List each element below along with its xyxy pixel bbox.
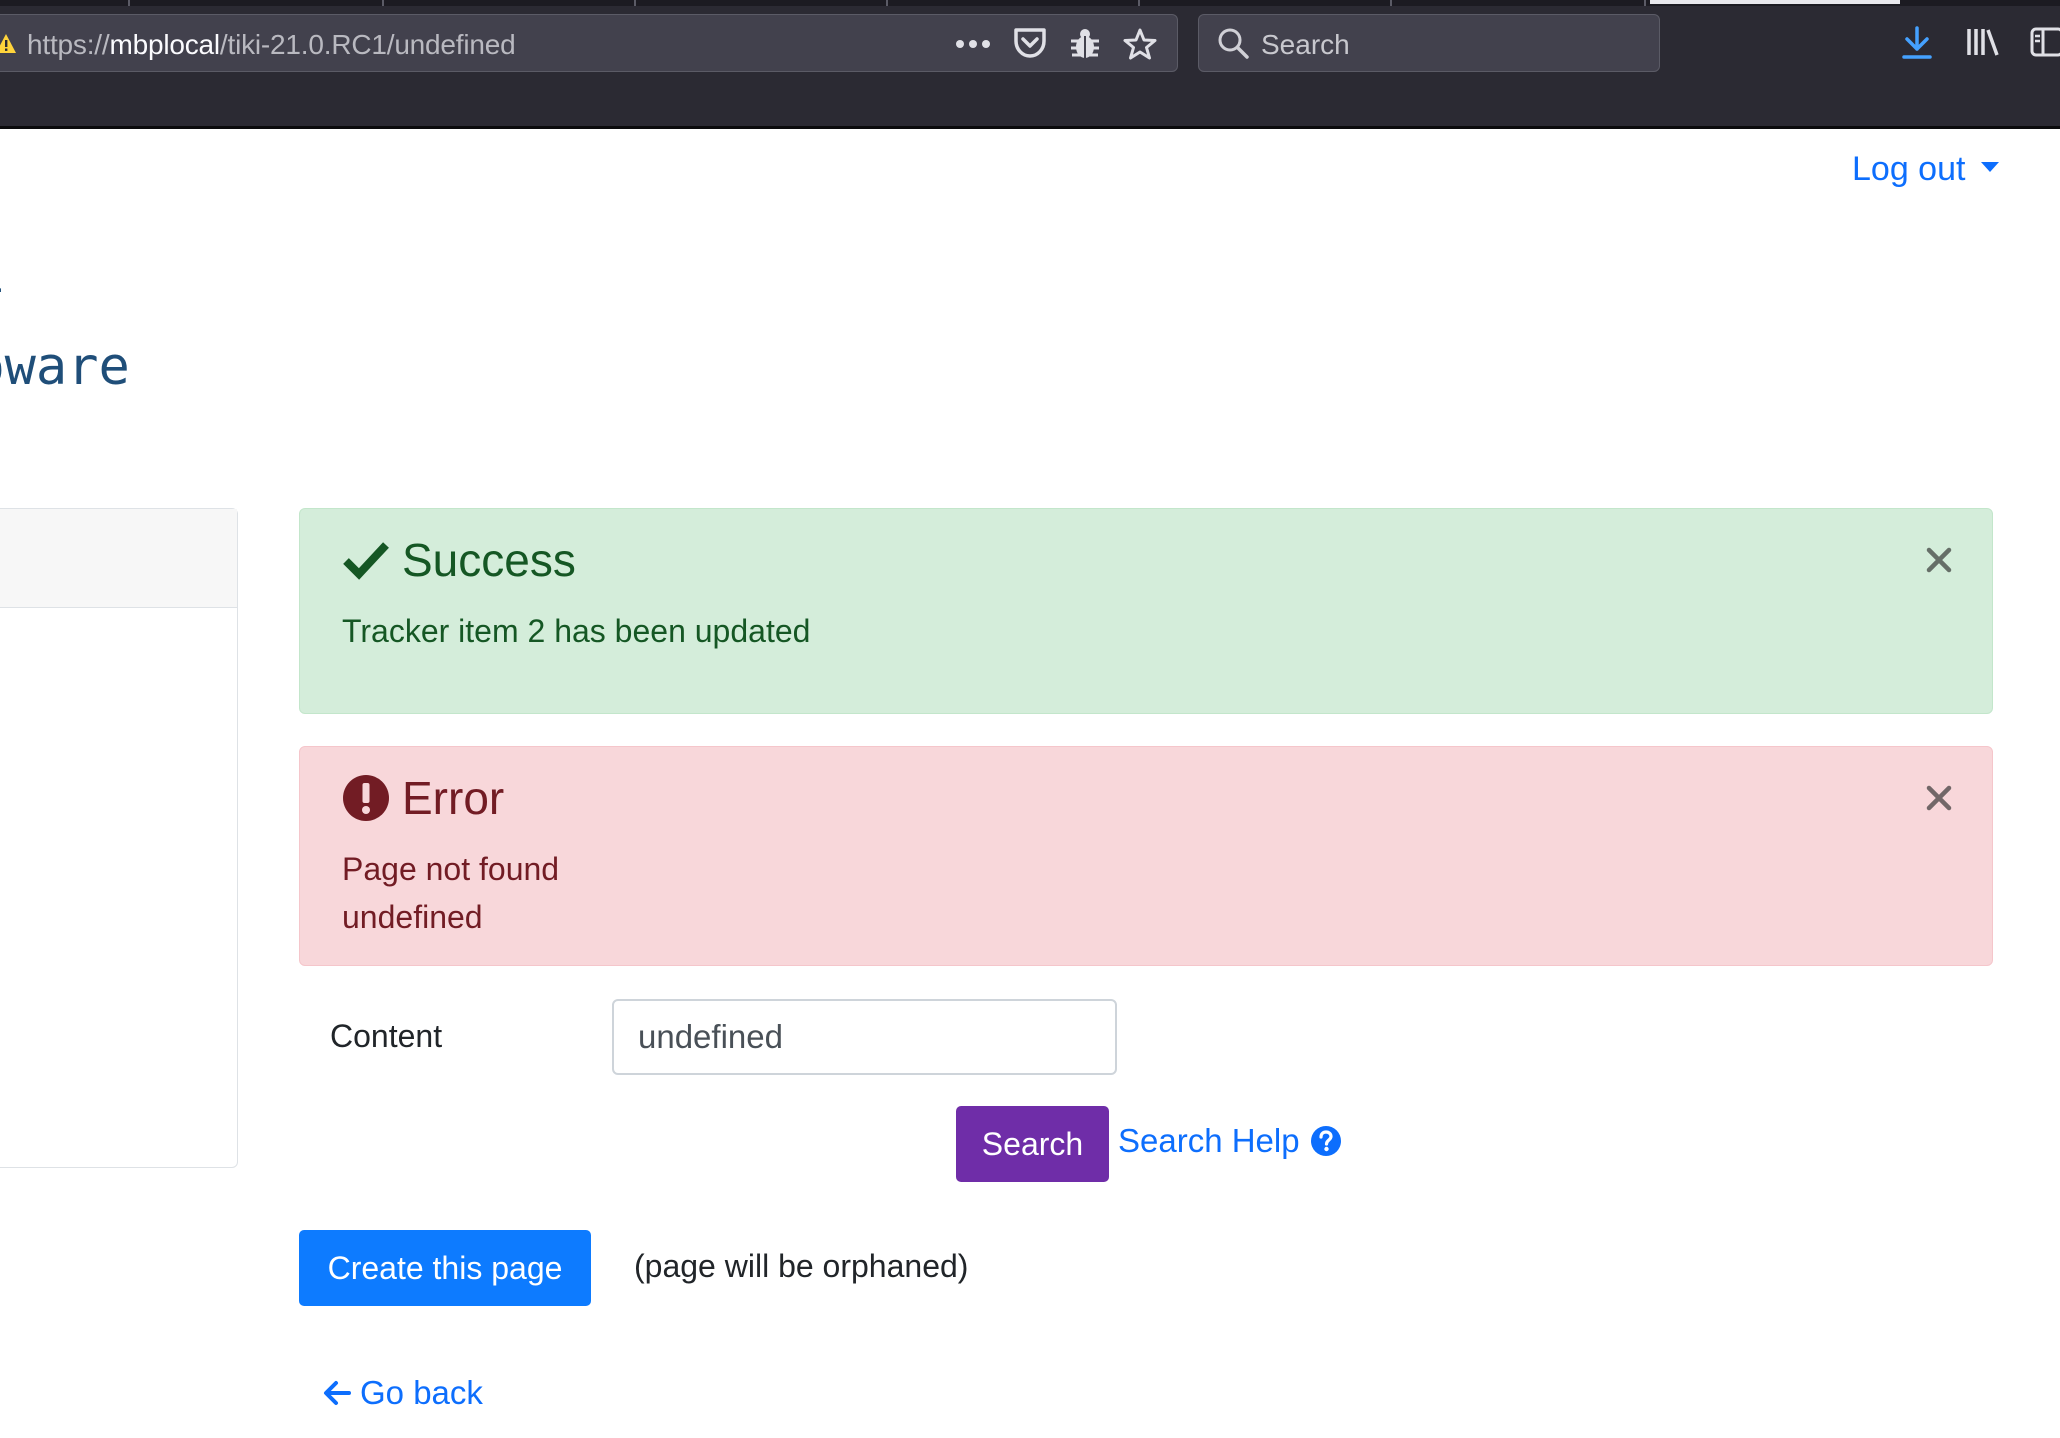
caret-down-icon bbox=[1981, 162, 2000, 173]
tab-separator bbox=[1390, 0, 1392, 6]
tab-separator bbox=[1138, 0, 1140, 6]
site-logo[interactable]: kisupware bbox=[0, 249, 130, 397]
tab-separator bbox=[128, 0, 130, 6]
sidebar-panel-header bbox=[0, 509, 237, 608]
url-text[interactable]: https://mbplocal/tiki-21.0.RC1/undefined bbox=[27, 29, 516, 61]
success-alert: Success Tracker item 2 has been updated bbox=[299, 508, 1993, 714]
tab-separator bbox=[1644, 0, 1646, 6]
library-icon[interactable] bbox=[1966, 26, 2000, 63]
active-tab-indicator[interactable] bbox=[1650, 0, 1900, 4]
search-button[interactable]: Search bbox=[956, 1106, 1109, 1182]
question-circle-icon bbox=[1310, 1125, 1342, 1157]
browser-search-placeholder: Search bbox=[1261, 29, 1350, 60]
tab-strip bbox=[0, 0, 2060, 6]
success-title-text: Success bbox=[402, 534, 576, 586]
error-message-line-2: undefined bbox=[342, 899, 483, 935]
search-help-label: Search Help bbox=[1118, 1122, 1300, 1159]
error-alert-title: Error bbox=[342, 771, 504, 825]
sidebar-module-panel bbox=[0, 508, 238, 1168]
exclamation-circle-icon bbox=[342, 774, 390, 822]
orphan-note: (page will be orphaned) bbox=[634, 1248, 969, 1284]
bookmark-star-icon[interactable] bbox=[1123, 27, 1157, 66]
bug-icon[interactable] bbox=[1069, 27, 1101, 66]
tab-separator bbox=[634, 0, 636, 6]
success-alert-title: Success bbox=[342, 533, 576, 587]
logo-line-1: ki bbox=[0, 249, 130, 301]
sidebar-icon[interactable] bbox=[2030, 26, 2060, 63]
toolbar-divider bbox=[0, 126, 2060, 129]
pocket-icon[interactable] bbox=[1013, 27, 1047, 64]
success-message: Tracker item 2 has been updated bbox=[342, 613, 811, 649]
download-icon[interactable] bbox=[1902, 26, 1932, 65]
url-bar[interactable]: https://mbplocal/tiki-21.0.RC1/undefined bbox=[0, 14, 1178, 72]
search-icon bbox=[1217, 27, 1249, 64]
error-message-line-1: Page not found bbox=[342, 851, 560, 887]
go-back-label: Go back bbox=[360, 1374, 483, 1411]
logout-dropdown[interactable]: Log out bbox=[1852, 150, 2000, 189]
logout-label: Log out bbox=[1852, 150, 1966, 188]
checkmark-icon bbox=[342, 540, 390, 580]
create-page-button[interactable]: Create this page bbox=[299, 1230, 591, 1306]
go-back-link[interactable]: Go back bbox=[322, 1374, 483, 1412]
logo-line-3: upware bbox=[0, 337, 130, 397]
content-search-input[interactable] bbox=[612, 999, 1117, 1075]
browser-toolbar: https://mbplocal/tiki-21.0.RC1/undefined… bbox=[0, 0, 2060, 129]
tab-separator bbox=[886, 0, 888, 6]
error-title-text: Error bbox=[402, 772, 505, 824]
warning-icon[interactable] bbox=[0, 33, 17, 60]
more-icon[interactable] bbox=[955, 37, 991, 55]
error-alert: Error Page not found undefined bbox=[299, 746, 1993, 966]
url-prefix: https:// bbox=[27, 29, 110, 60]
search-help-link[interactable]: Search Help bbox=[1118, 1122, 1342, 1160]
content-label: Content bbox=[330, 1018, 443, 1054]
arrow-left-icon bbox=[322, 1379, 352, 1407]
tab-separator bbox=[382, 0, 384, 6]
url-path: /tiki-21.0.RC1/undefined bbox=[219, 29, 516, 60]
browser-search-bar[interactable]: Search bbox=[1198, 14, 1660, 72]
url-host: mbplocal bbox=[109, 29, 220, 60]
close-icon[interactable] bbox=[1924, 783, 1954, 813]
close-icon[interactable] bbox=[1924, 545, 1954, 575]
